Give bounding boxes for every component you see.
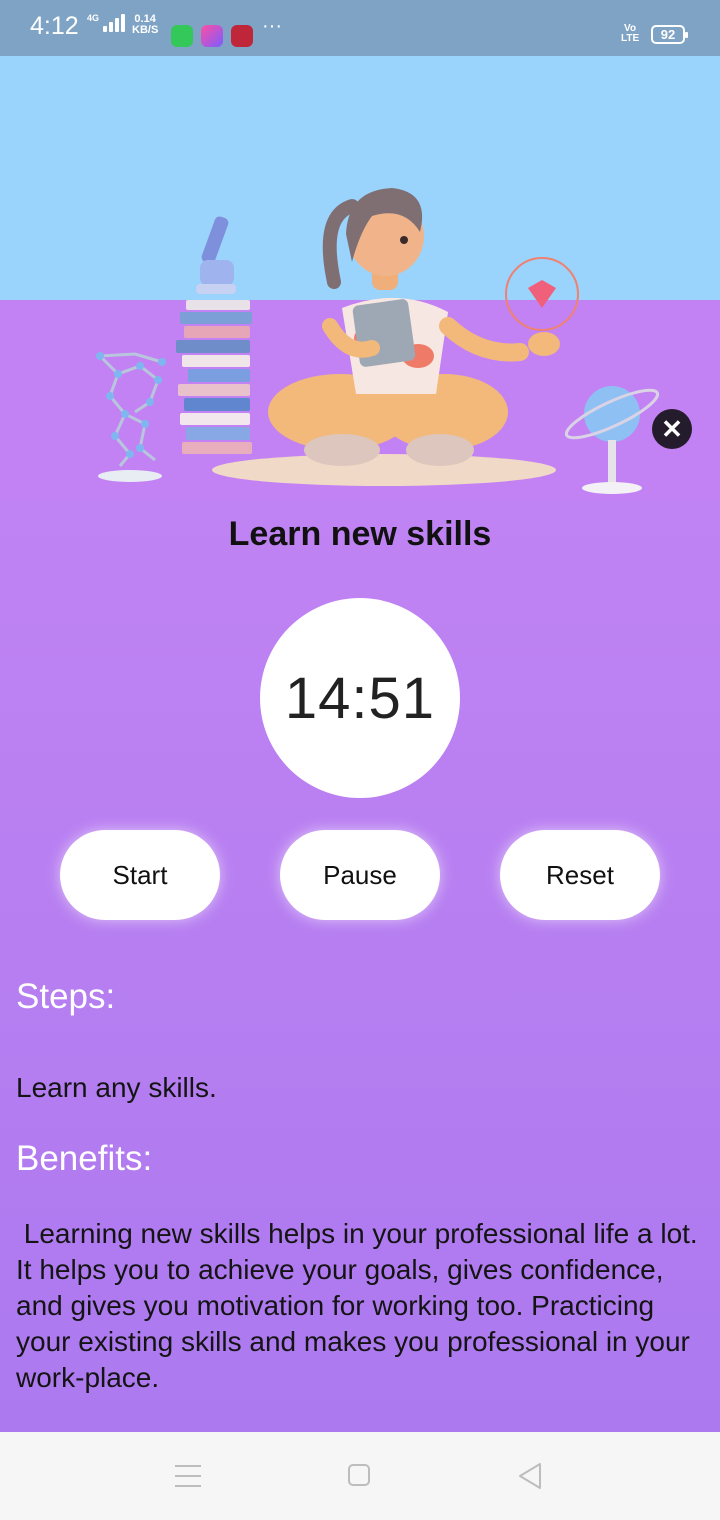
girl-figure — [268, 188, 560, 466]
status-time: 4:12 — [30, 12, 79, 40]
timer-display: 14:51 — [260, 598, 460, 798]
molecule-icon — [98, 352, 163, 467]
network-type: 4G — [87, 13, 100, 23]
microscope-icon — [196, 216, 236, 294]
steps-heading: Steps: — [16, 977, 116, 1016]
hero-illustration — [0, 56, 720, 500]
benefits-heading: Benefits: — [16, 1139, 153, 1178]
news-app-icon — [231, 25, 253, 47]
timer-text: 14:51 — [284, 665, 436, 731]
pause-button[interactable]: Pause — [280, 830, 440, 920]
network-speed: 0.14 KB/S — [132, 13, 159, 36]
signal-icon: 4G — [87, 13, 126, 32]
page-title: Learn new skills — [228, 515, 492, 553]
globe-icon — [564, 386, 660, 494]
battery-icon: 92 — [651, 25, 688, 44]
home-icon[interactable] — [348, 1464, 370, 1486]
reset-button[interactable]: Reset — [500, 830, 660, 920]
close-button[interactable]: ✕ — [652, 409, 692, 449]
benefits-text: Learning new skills helps in your profes… — [16, 1218, 706, 1393]
learning-girl-illustration — [96, 188, 660, 494]
messages-app-icon — [171, 25, 193, 47]
gallery-app-icon — [201, 25, 223, 47]
status-bar: 4:12 4G 0.14 KB/S ··· Vo LTE 92 — [0, 0, 720, 56]
steps-text: Learn any skills. — [16, 1072, 217, 1103]
more-notifications-icon: ··· — [262, 15, 282, 37]
back-icon[interactable] — [516, 1462, 544, 1490]
book-stack-icon — [176, 300, 252, 454]
close-icon[interactable]: ✕ — [661, 409, 683, 449]
recent-apps-icon[interactable] — [175, 1465, 201, 1487]
gem-icon — [528, 280, 556, 308]
volte-indicator: Vo LTE — [621, 23, 640, 44]
start-button[interactable]: Start — [60, 830, 220, 920]
